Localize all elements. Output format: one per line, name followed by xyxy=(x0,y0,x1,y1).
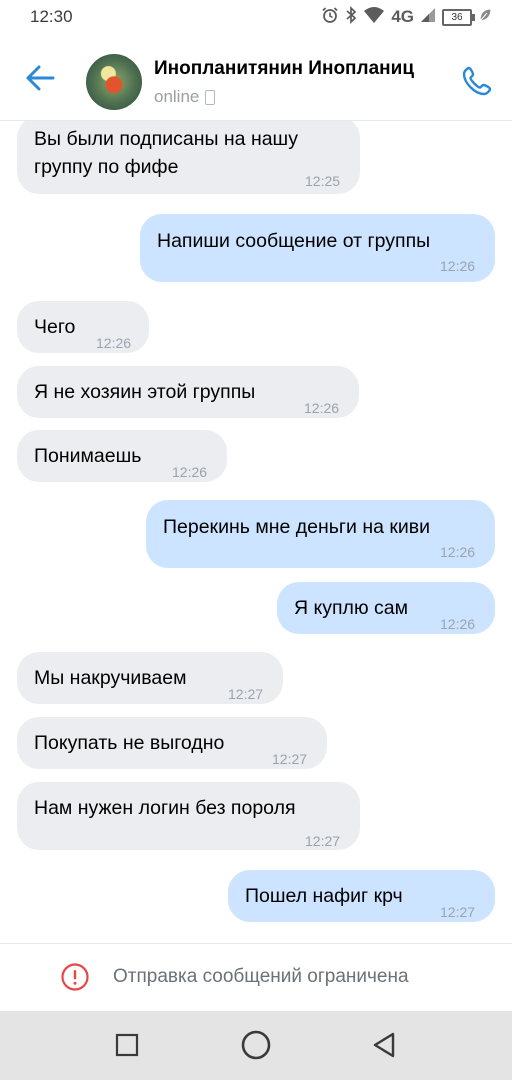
triangle-back-icon xyxy=(373,1032,395,1058)
message-incoming[interactable]: Мы накручиваем 12:27 xyxy=(17,652,283,704)
back-button[interactable] xyxy=(22,60,58,96)
message-incoming[interactable]: Нам нужен логин без пороля 12:27 xyxy=(17,782,360,850)
message-incoming[interactable]: Чего 12:26 xyxy=(17,301,149,353)
message-time: 12:25 xyxy=(305,173,341,189)
message-text: Чего xyxy=(34,316,76,338)
message-text: Я куплю сам xyxy=(294,597,408,619)
call-button[interactable] xyxy=(460,64,494,98)
avatar[interactable] xyxy=(86,54,142,110)
alarm-icon xyxy=(321,6,339,29)
message-incoming[interactable]: Покупать не выгодно 12:27 xyxy=(17,717,327,769)
message-incoming[interactable]: Понимаешь 12:26 xyxy=(17,430,227,482)
message-time: 12:27 xyxy=(272,751,308,767)
message-incoming[interactable]: Вы были подписаны на нашу группу по фифе… xyxy=(17,121,360,194)
message-incoming[interactable]: Я не хозяин этой группы 12:26 xyxy=(17,366,359,418)
message-text: группу по фифе xyxy=(34,156,179,178)
message-text: Мы накручиваем xyxy=(34,667,187,689)
battery-icon: 36 xyxy=(442,8,475,26)
message-outgoing[interactable]: Пошел нафиг крч 12:27 xyxy=(228,870,495,922)
signal-icon xyxy=(420,7,436,28)
recents-button[interactable] xyxy=(110,1028,144,1062)
battery-level: 36 xyxy=(451,11,463,23)
message-time: 12:26 xyxy=(440,616,476,632)
contact-name[interactable]: Инопланитянин Инопланиц xyxy=(154,58,438,80)
messaging-restricted-bar: Отправка сообщений ограничена xyxy=(0,943,512,1012)
message-text: Пошел нафиг крч xyxy=(245,885,403,907)
online-status: online xyxy=(154,87,200,106)
network-type: 4G xyxy=(391,7,414,26)
message-text: Перекинь мне деньги на киви xyxy=(163,516,431,538)
message-text: Я не хозяин этой группы xyxy=(34,381,256,403)
status-time: 12:30 xyxy=(30,7,73,26)
leaf-icon xyxy=(478,7,492,28)
status-icons: 4G 36 xyxy=(321,5,492,29)
back-nav-button[interactable] xyxy=(367,1028,401,1062)
message-time: 12:27 xyxy=(305,833,341,849)
message-outgoing[interactable]: Перекинь мне деньги на киви 12:26 xyxy=(146,500,495,568)
wifi-icon xyxy=(363,6,385,29)
status-bar: 12:30 4G 36 xyxy=(0,0,512,36)
message-text: Вы были подписаны на нашу xyxy=(34,128,298,150)
message-list[interactable]: Вы были подписаны на нашу группу по фифе… xyxy=(0,121,512,942)
message-time: 12:27 xyxy=(440,904,476,920)
message-outgoing[interactable]: Напиши сообщение от группы 12:26 xyxy=(140,214,495,282)
circle-icon xyxy=(241,1030,271,1060)
message-text: Покупать не выгодно xyxy=(34,732,225,754)
message-outgoing[interactable]: Я куплю сам 12:26 xyxy=(277,582,495,634)
message-time: 12:26 xyxy=(96,335,132,351)
mobile-icon xyxy=(205,89,216,105)
exclamation-circle-icon xyxy=(61,963,89,991)
bluetooth-icon xyxy=(345,5,357,29)
message-time: 12:27 xyxy=(228,686,264,702)
message-time: 12:26 xyxy=(440,258,476,274)
contact-status: online xyxy=(154,87,216,107)
message-text: Напиши сообщение от группы xyxy=(157,230,431,252)
arrow-left-icon xyxy=(26,65,55,91)
message-text: Нам нужен логин без пороля xyxy=(34,797,296,819)
square-icon xyxy=(115,1033,139,1057)
message-time: 12:26 xyxy=(304,400,340,416)
message-time: 12:26 xyxy=(172,464,208,480)
phone-icon xyxy=(462,66,492,96)
chat-header: Инопланитянин Инопланиц online xyxy=(0,36,512,121)
home-button[interactable] xyxy=(239,1028,273,1062)
message-time: 12:26 xyxy=(440,544,476,560)
restriction-text: Отправка сообщений ограничена xyxy=(113,966,409,987)
system-navigation-bar xyxy=(0,1011,512,1080)
message-text: Понимаешь xyxy=(34,445,142,467)
